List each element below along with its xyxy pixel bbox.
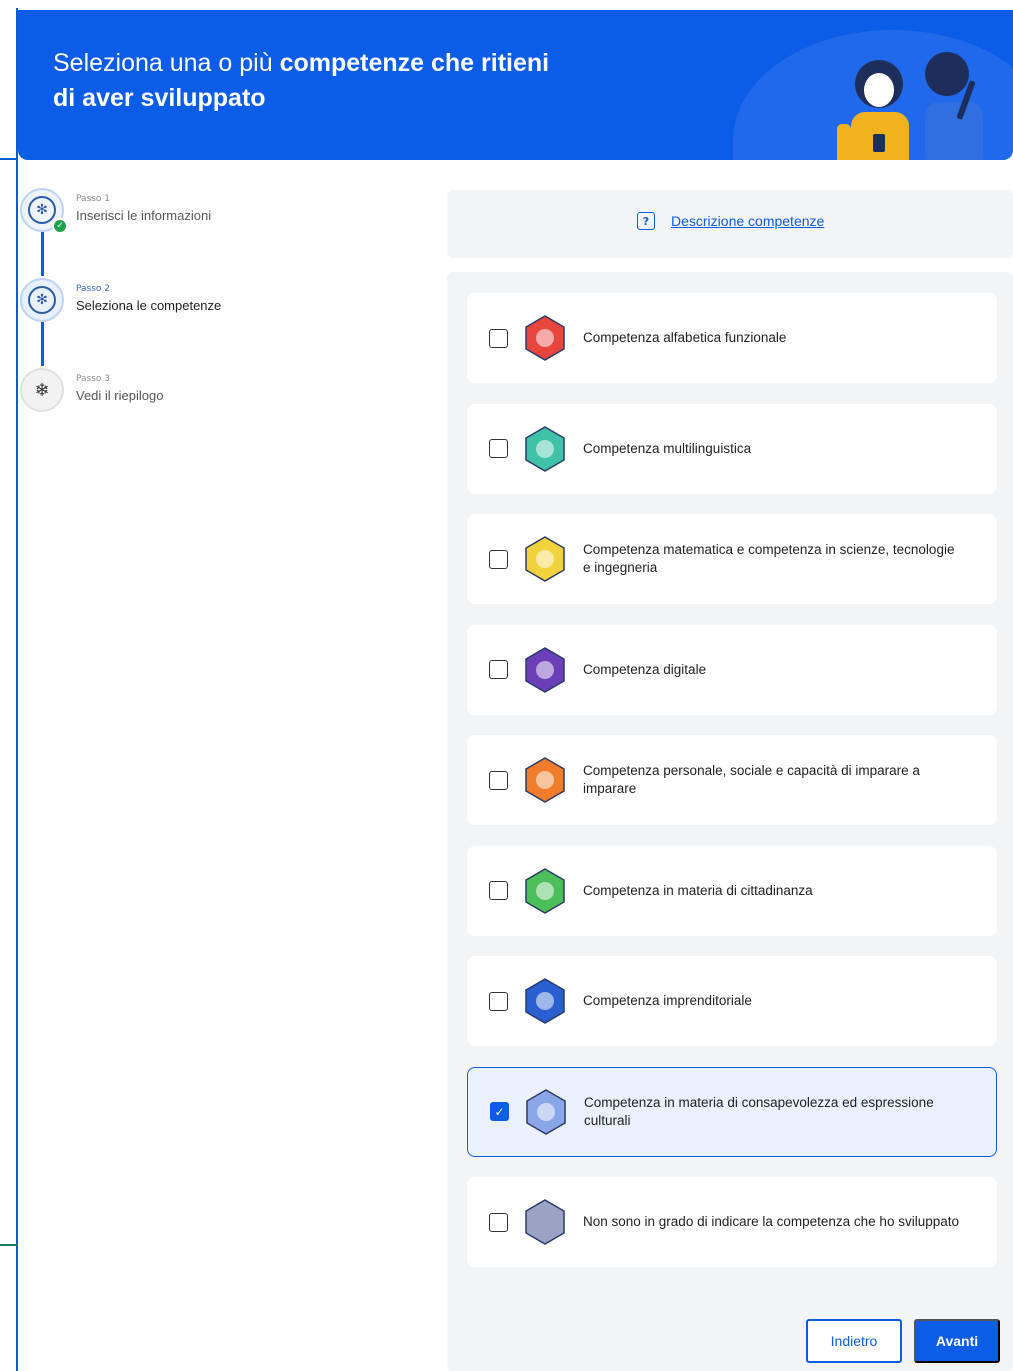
- competence-card[interactable]: Competenza digitale: [467, 624, 997, 715]
- step-2-label: Seleziona le competenze: [76, 298, 222, 313]
- back-button[interactable]: Indietro: [806, 1319, 902, 1363]
- competence-badge-icon: [525, 646, 565, 693]
- title-regular: Seleziona una o più: [53, 49, 280, 77]
- atom-icon: ✻: [28, 196, 56, 224]
- competence-badge-icon: [525, 425, 565, 472]
- step-1: ✻ ✓ Passo 1 Inserisci le informazioni: [20, 188, 420, 238]
- competence-card[interactable]: Non sono in grado di indicare la compete…: [467, 1177, 997, 1267]
- competence-checkbox[interactable]: ✓: [490, 1102, 509, 1121]
- step-3-number: Passo 3: [76, 374, 111, 384]
- competence-label: Competenza imprenditoriale: [583, 993, 752, 1008]
- competence-card[interactable]: Competenza alfabetica funzionale: [467, 293, 997, 383]
- competence-card[interactable]: Competenza multilinguistica: [467, 403, 997, 494]
- competence-badge-icon: [525, 536, 565, 582]
- page: Seleziona una o più competenze che ritie…: [0, 0, 1013, 1371]
- people-illustration-icon: [837, 52, 983, 160]
- competence-card[interactable]: Competenza personale, sociale e capacità…: [467, 735, 997, 825]
- step-2: ✻ Passo 2 Seleziona le competenze: [20, 278, 420, 328]
- question-mark-icon: ?: [637, 212, 655, 230]
- competence-badge-icon: [525, 978, 565, 1024]
- header-banner: Seleziona una o più competenze che ritie…: [18, 10, 1013, 160]
- check-icon: ✓: [52, 218, 68, 234]
- step-3-label: Vedi il riepilogo: [76, 388, 164, 403]
- title-bold: di aver sviluppato: [53, 84, 266, 112]
- competence-card[interactable]: Competenza imprenditoriale: [467, 956, 997, 1046]
- frame-tick: [0, 158, 18, 160]
- competence-card[interactable]: Competenza matematica e competenza in sc…: [467, 514, 997, 604]
- competence-label: Competenza in materia di cittadinanza: [583, 882, 813, 898]
- atom-icon: ✻: [28, 286, 56, 314]
- competence-list: Competenza alfabetica funzionale Competen…: [447, 272, 1013, 1371]
- next-button[interactable]: Avanti: [914, 1319, 1000, 1363]
- step-3-circle: ❄: [20, 368, 64, 412]
- competence-badge-icon: [526, 1088, 566, 1135]
- competence-checkbox[interactable]: [489, 549, 508, 569]
- competence-label: Competenza digitale: [583, 661, 707, 677]
- frame-tick: [0, 1244, 18, 1246]
- page-title: Seleziona una o più competenze che ritie…: [53, 46, 693, 116]
- competence-card[interactable]: ✓ Competenza in materia di consapevolezza…: [467, 1066, 997, 1157]
- step-connector: [41, 232, 44, 276]
- competence-checkbox[interactable]: [489, 881, 508, 900]
- competence-label: Competenza alfabetica funzionale: [583, 330, 787, 345]
- step-1-label: Inserisci le informazioni: [76, 208, 212, 223]
- step-3: ❄ Passo 3 Vedi il riepilogo: [20, 368, 420, 418]
- description-competences-link[interactable]: Descrizione competenze: [671, 213, 824, 229]
- competence-card[interactable]: Competenza in materia di cittadinanza: [467, 845, 997, 936]
- competence-checkbox[interactable]: [489, 1212, 508, 1232]
- competence-checkbox[interactable]: [489, 439, 508, 458]
- snowflake-icon: ❄: [34, 379, 50, 401]
- description-box: ? Descrizione competenze: [447, 190, 1013, 258]
- competence-checkbox[interactable]: [489, 991, 508, 1011]
- competence-label: Competenza in materia di consapevolezza …: [584, 1094, 934, 1128]
- description-link-row: ? Descrizione competenze: [637, 212, 824, 230]
- competence-label: Competenza matematica e competenza in sc…: [583, 542, 955, 575]
- competence-checkbox[interactable]: [489, 770, 508, 790]
- frame-border: [16, 8, 18, 1371]
- competence-badge-icon: [525, 315, 565, 361]
- competence-badge-icon: [525, 867, 565, 914]
- step-1-circle: ✻ ✓: [20, 188, 68, 234]
- competence-label: Competenza multilinguistica: [583, 440, 752, 456]
- competence-checkbox[interactable]: [489, 328, 508, 348]
- competence-badge-icon: [525, 757, 565, 803]
- competence-checkbox[interactable]: [489, 660, 508, 679]
- title-bold: competenze che ritieni: [279, 49, 550, 77]
- step-2-number: Passo 2: [76, 284, 111, 294]
- competence-label: Competenza personale, sociale e capacità…: [583, 763, 920, 796]
- competence-badge-icon: [525, 1199, 565, 1245]
- competence-label: Non sono in grado di indicare la compete…: [583, 1214, 959, 1229]
- step-2-circle: ✻: [20, 278, 64, 322]
- step-connector: [41, 322, 44, 366]
- step-1-number: Passo 1: [76, 194, 111, 204]
